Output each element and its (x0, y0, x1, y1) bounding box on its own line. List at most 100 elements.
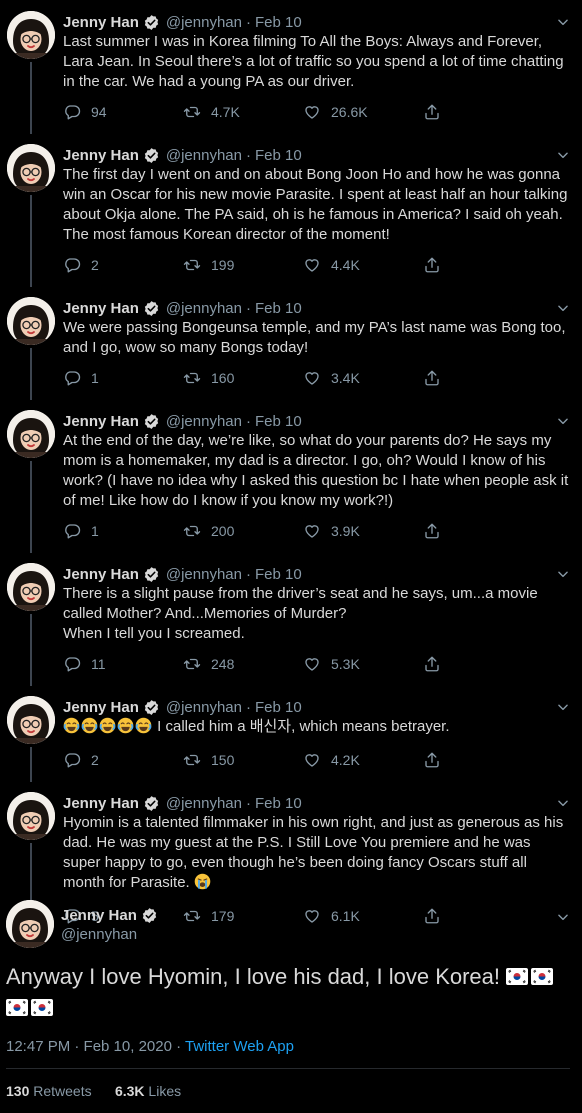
author-handle[interactable]: @jennyhan (166, 147, 242, 164)
share-button[interactable] (423, 103, 543, 121)
separator-dot: · (245, 794, 251, 812)
author-handle[interactable]: @jennyhan (61, 926, 158, 943)
retweet-button[interactable]: 248 (183, 655, 303, 673)
like-button[interactable]: 3.9K (303, 522, 423, 540)
share-button[interactable] (423, 522, 543, 540)
tweet-date[interactable]: Feb 10 (255, 566, 302, 583)
reply-button[interactable]: 94 (63, 103, 183, 121)
verified-badge-icon (143, 14, 160, 31)
focused-tweet-header: Jenny Han @jennyhan (6, 900, 570, 948)
separator-dot: · (245, 698, 251, 716)
thread-connector-line (30, 62, 32, 134)
tweet-left-column (6, 410, 56, 553)
like-button[interactable]: 26.6K (303, 103, 423, 121)
share-button[interactable] (423, 751, 543, 769)
thread-tweet[interactable]: Jenny Han @jennyhan · Feb 10 There is a … (0, 553, 582, 686)
author-name[interactable]: Jenny Han (63, 14, 139, 31)
avatar[interactable] (7, 144, 55, 192)
retweet-button[interactable]: 4.7K (183, 103, 303, 121)
like-button[interactable]: 4.2K (303, 751, 423, 769)
reply-button[interactable]: 1 (63, 369, 183, 387)
retweet-button[interactable]: 150 (183, 751, 303, 769)
tweet-content: Jenny Han @jennyhan · Feb 10 I called hi… (56, 696, 582, 782)
thread-connector-line (30, 195, 32, 287)
chevron-down-icon[interactable] (556, 910, 570, 924)
chevron-down-icon[interactable] (556, 15, 570, 29)
chevron-down-icon[interactable] (556, 414, 570, 428)
tweet-content: Jenny Han @jennyhan · Feb 10 There is a … (56, 563, 582, 686)
thread-tweet[interactable]: Jenny Han @jennyhan · Feb 10 We were pas… (0, 287, 582, 400)
reply-button[interactable]: 11 (63, 655, 183, 673)
tweet-date[interactable]: Feb 10 (255, 413, 302, 430)
author-handle[interactable]: @jennyhan (166, 699, 242, 716)
author-name[interactable]: Jenny Han (63, 413, 139, 430)
share-button[interactable] (423, 655, 543, 673)
tweet-text: The first day I went on and on about Bon… (63, 165, 570, 245)
retweets-stat[interactable]: 130 Retweets (6, 1083, 92, 1099)
tears-of-joy-emoji (63, 717, 80, 740)
reply-button[interactable]: 2 (63, 751, 183, 769)
tweet-date[interactable]: Feb 10 (255, 14, 302, 31)
chevron-down-icon[interactable] (556, 700, 570, 714)
like-button[interactable]: 4.4K (303, 256, 423, 274)
avatar[interactable] (7, 792, 55, 840)
retweet-button[interactable]: 199 (183, 256, 303, 274)
thread-tweet[interactable]: Jenny Han @jennyhan · Feb 10 The first d… (0, 134, 582, 287)
timestamp-text[interactable]: 12:47 PM · Feb 10, 2020 · (6, 1038, 185, 1055)
avatar[interactable] (7, 297, 55, 345)
tweet-date[interactable]: Feb 10 (255, 300, 302, 317)
reply-icon (63, 369, 91, 387)
tweet-date[interactable]: Feb 10 (255, 795, 302, 812)
author-handle[interactable]: @jennyhan (166, 14, 242, 31)
retweet-count: 160 (211, 370, 235, 386)
separator-dot: · (245, 299, 251, 317)
chevron-down-icon[interactable] (556, 796, 570, 810)
author-name[interactable]: Jenny Han (63, 147, 139, 164)
like-count: 3.4K (331, 370, 360, 386)
retweet-button[interactable]: 200 (183, 522, 303, 540)
tweet-left-column (6, 144, 56, 287)
avatar[interactable] (7, 696, 55, 744)
tweet-date[interactable]: Feb 10 (255, 147, 302, 164)
retweet-icon (183, 369, 211, 387)
reply-icon (63, 256, 91, 274)
retweet-button[interactable]: 160 (183, 369, 303, 387)
thread-tweet[interactable]: Jenny Han @jennyhan · Feb 10 At the end … (0, 400, 582, 553)
chevron-down-icon[interactable] (556, 567, 570, 581)
author-name[interactable]: Jenny Han (63, 795, 139, 812)
like-button[interactable]: 5.3K (303, 655, 423, 673)
tweet-date[interactable]: Feb 10 (255, 699, 302, 716)
like-count: 26.6K (331, 104, 368, 120)
tweet-text: Last summer I was in Korea filming To Al… (63, 32, 570, 92)
share-button[interactable] (423, 256, 543, 274)
source-app-link[interactable]: Twitter Web App (185, 1038, 294, 1055)
south-korea-flag-icon (506, 963, 529, 993)
reply-count: 1 (91, 370, 99, 386)
avatar[interactable] (7, 11, 55, 59)
like-button[interactable]: 3.4K (303, 369, 423, 387)
tweet-left-column (6, 11, 56, 134)
author-handle[interactable]: @jennyhan (166, 795, 242, 812)
reply-button[interactable]: 1 (63, 522, 183, 540)
author-handle[interactable]: @jennyhan (166, 413, 242, 430)
avatar[interactable] (7, 410, 55, 458)
author-name[interactable]: Jenny Han (63, 566, 139, 583)
thread-tweet[interactable]: Jenny Han @jennyhan · Feb 10 Last summer… (0, 0, 582, 134)
author-handle[interactable]: @jennyhan (166, 566, 242, 583)
tweet-content: Jenny Han @jennyhan · Feb 10 Last summer… (56, 11, 582, 134)
author-name[interactable]: Jenny Han (63, 699, 139, 716)
tweet-content: Jenny Han @jennyhan · Feb 10 The first d… (56, 144, 582, 287)
share-button[interactable] (423, 369, 543, 387)
author-name[interactable]: Jenny Han (63, 300, 139, 317)
separator-dot: · (245, 565, 251, 583)
likes-stat[interactable]: 6.3K Likes (115, 1083, 181, 1099)
south-korea-flag-icon (31, 994, 53, 1024)
chevron-down-icon[interactable] (556, 301, 570, 315)
avatar[interactable] (6, 900, 54, 948)
author-name[interactable]: Jenny Han (61, 907, 137, 924)
avatar[interactable] (7, 563, 55, 611)
reply-button[interactable]: 2 (63, 256, 183, 274)
author-handle[interactable]: @jennyhan (166, 300, 242, 317)
chevron-down-icon[interactable] (556, 148, 570, 162)
thread-tweet[interactable]: Jenny Han @jennyhan · Feb 10 I called hi… (0, 686, 582, 782)
